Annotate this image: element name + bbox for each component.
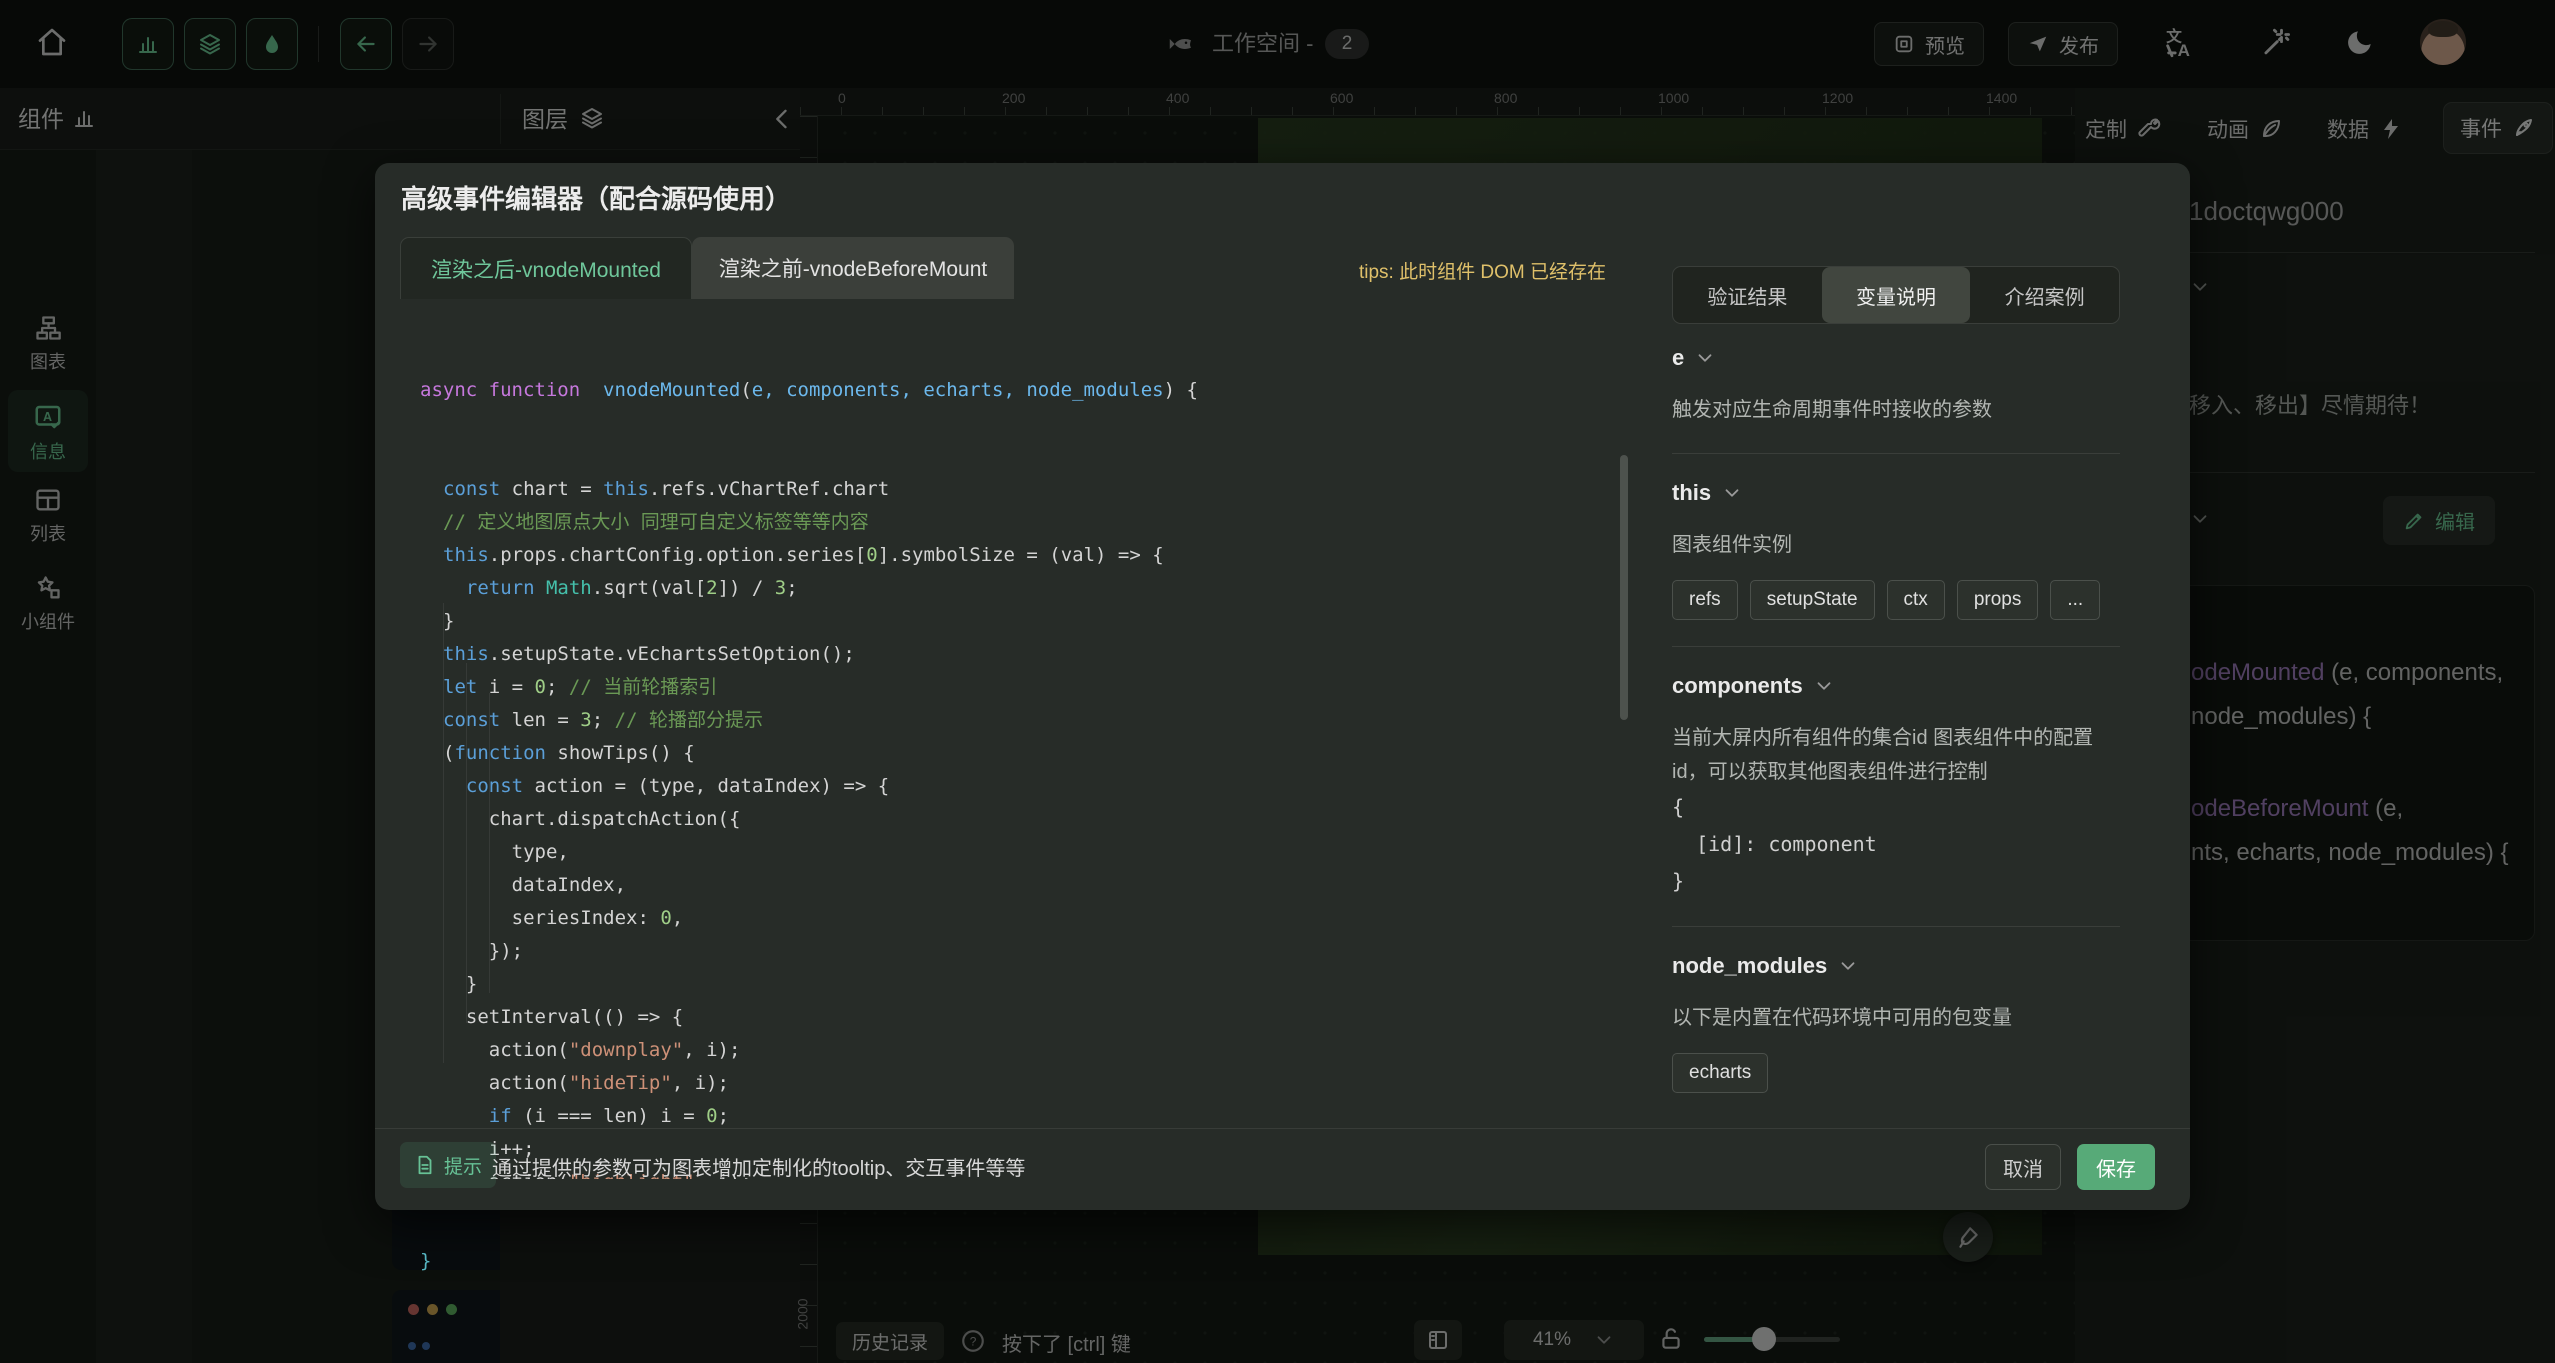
document-icon (414, 1154, 436, 1176)
chevron-down-icon (1721, 482, 1743, 504)
cancel-button[interactable]: 取消 (1985, 1144, 2061, 1190)
docs-tab-label: 介绍案例 (2005, 281, 2085, 310)
tag-refs[interactable]: refs (1672, 580, 1738, 620)
code-editor[interactable]: async function vnodeMounted(e, component… (420, 308, 1610, 1344)
code-line: return Math.sqrt(val[2]) / 3; (443, 572, 1610, 605)
modal-title: 高级事件编辑器（配合源码使用） (401, 179, 791, 216)
app-root: 工作空间 - 2 预览 发布 文A 组件 图层 (0, 0, 2555, 1363)
code-line: const action = (type, dataIndex) => { (443, 770, 1610, 803)
docs-tab-label: 变量说明 (1856, 281, 1936, 310)
code-line: this.setupState.vEchartsSetOption(); (443, 638, 1610, 671)
docs-tags: echarts (1672, 1053, 2120, 1093)
docs-section-desc: 图表组件实例 (1672, 528, 2120, 562)
chevron-down-icon (1837, 955, 1859, 977)
docs-section-desc: 当前大屏内所有组件的集合id 图表组件中的配置id，可以获取其他图表组件进行控制 (1672, 721, 2120, 789)
tab-label: 渲染之前-vnodeBeforeMount (719, 253, 987, 283)
save-button[interactable]: 保存 (2077, 1144, 2155, 1190)
docs-section-e: e 触发对应生命周期事件时接收的参数 (1672, 345, 2120, 454)
tag-props[interactable]: props (1957, 580, 2039, 620)
docs-tab-label: 验证结果 (1707, 281, 1787, 310)
code-line: action("downplay", i); (443, 1034, 1610, 1067)
code-line: }); (443, 935, 1610, 968)
code-line: dataIndex, (443, 869, 1610, 902)
code-line: } (443, 605, 1610, 638)
divider (1672, 926, 2120, 927)
modal-tips: tips: 此时组件 DOM 已经存在 (1359, 257, 1606, 284)
docs-section-desc: 以下是内置在代码环境中可用的包变量 (1672, 1001, 2120, 1035)
hint-chip: 提示 (400, 1142, 496, 1188)
indent-guide (489, 693, 490, 993)
tag-ctx[interactable]: ctx (1887, 580, 1945, 620)
divider (1672, 453, 2120, 454)
code-header-line: async function vnodeMounted(e, component… (420, 374, 1610, 407)
code-line: chart.dispatchAction({ (443, 803, 1610, 836)
docs-section-name[interactable]: e (1672, 345, 2120, 371)
code-line: const len = 3; // 轮播部分提示 (443, 704, 1610, 737)
tag-...[interactable]: ... (2050, 580, 2100, 620)
code-line: setInterval(() => { (443, 1001, 1610, 1034)
docs-code: { [id]: component } (1672, 789, 2120, 900)
tag-setupState[interactable]: setupState (1750, 580, 1875, 620)
code-line: const chart = this.refs.vChartRef.chart (443, 473, 1610, 506)
hint-text: 通过提供的参数可为图表增加定制化的tooltip、交互事件等等 (492, 1152, 1025, 1181)
code-line: let i = 0; // 当前轮播索引 (443, 671, 1610, 704)
code-footer-line: } (420, 1245, 1610, 1278)
modal-footer-divider (375, 1128, 2190, 1129)
docs-section-this: this 图表组件实例 refs setupState ctx props... (1672, 480, 2120, 647)
hint-label: 提示 (444, 1152, 482, 1179)
docs-section-name[interactable]: node_modules (1672, 953, 2120, 979)
docs-tab-验证结果[interactable]: 验证结果 (1673, 267, 1822, 323)
docs-tabs: 验证结果 变量说明 介绍案例 (1672, 266, 2120, 324)
docs-section-name[interactable]: components (1672, 673, 2120, 699)
docs-tab-介绍案例[interactable]: 介绍案例 (1970, 267, 2119, 323)
docs-section-components: components 当前大屏内所有组件的集合id 图表组件中的配置id，可以获… (1672, 673, 2120, 927)
indent-guide (466, 663, 467, 1023)
code-line: action("hideTip", i); (443, 1067, 1610, 1100)
code-line: this.props.chartConfig.option.series[0].… (443, 539, 1610, 572)
save-label: 保存 (2096, 1153, 2136, 1182)
code-line: (function showTips() { (443, 737, 1610, 770)
code-body[interactable]: const chart = this.refs.vChartRef.chart/… (420, 473, 1610, 1179)
docs-sections: e 触发对应生命周期事件时接收的参数 this 图表组件实例 refs setupSt… (1672, 335, 2120, 1093)
indent-guide (443, 603, 444, 1063)
tab-vnode-before-mount[interactable]: 渲染之前-vnodeBeforeMount (692, 237, 1014, 299)
docs-tags: refs setupState ctx props... (1672, 580, 2120, 620)
divider (1672, 646, 2120, 647)
cancel-label: 取消 (2003, 1153, 2043, 1182)
tab-vnode-mounted[interactable]: 渲染之后-vnodeMounted (400, 237, 692, 299)
chevron-down-icon (1694, 347, 1716, 369)
code-line: // 定义地图原点大小 同理可自定义标签等等内容 (443, 506, 1610, 539)
tab-label: 渲染之后-vnodeMounted (431, 254, 661, 284)
advanced-event-editor-modal: 高级事件编辑器（配合源码使用） 渲染之后-vnodeMounted 渲染之前-v… (375, 163, 2190, 1210)
code-scrollbar[interactable] (1620, 455, 1628, 720)
chevron-down-icon (1813, 675, 1835, 697)
code-line: type, (443, 836, 1610, 869)
tag-echarts[interactable]: echarts (1672, 1053, 1768, 1093)
docs-section-desc: 触发对应生命周期事件时接收的参数 (1672, 393, 2120, 427)
docs-section-name[interactable]: this (1672, 480, 2120, 506)
docs-tab-变量说明[interactable]: 变量说明 (1822, 267, 1971, 323)
docs-section-node_modules: node_modules 以下是内置在代码环境中可用的包变量 echarts (1672, 953, 2120, 1093)
code-line: } (443, 968, 1610, 1001)
code-line: seriesIndex: 0, (443, 902, 1610, 935)
